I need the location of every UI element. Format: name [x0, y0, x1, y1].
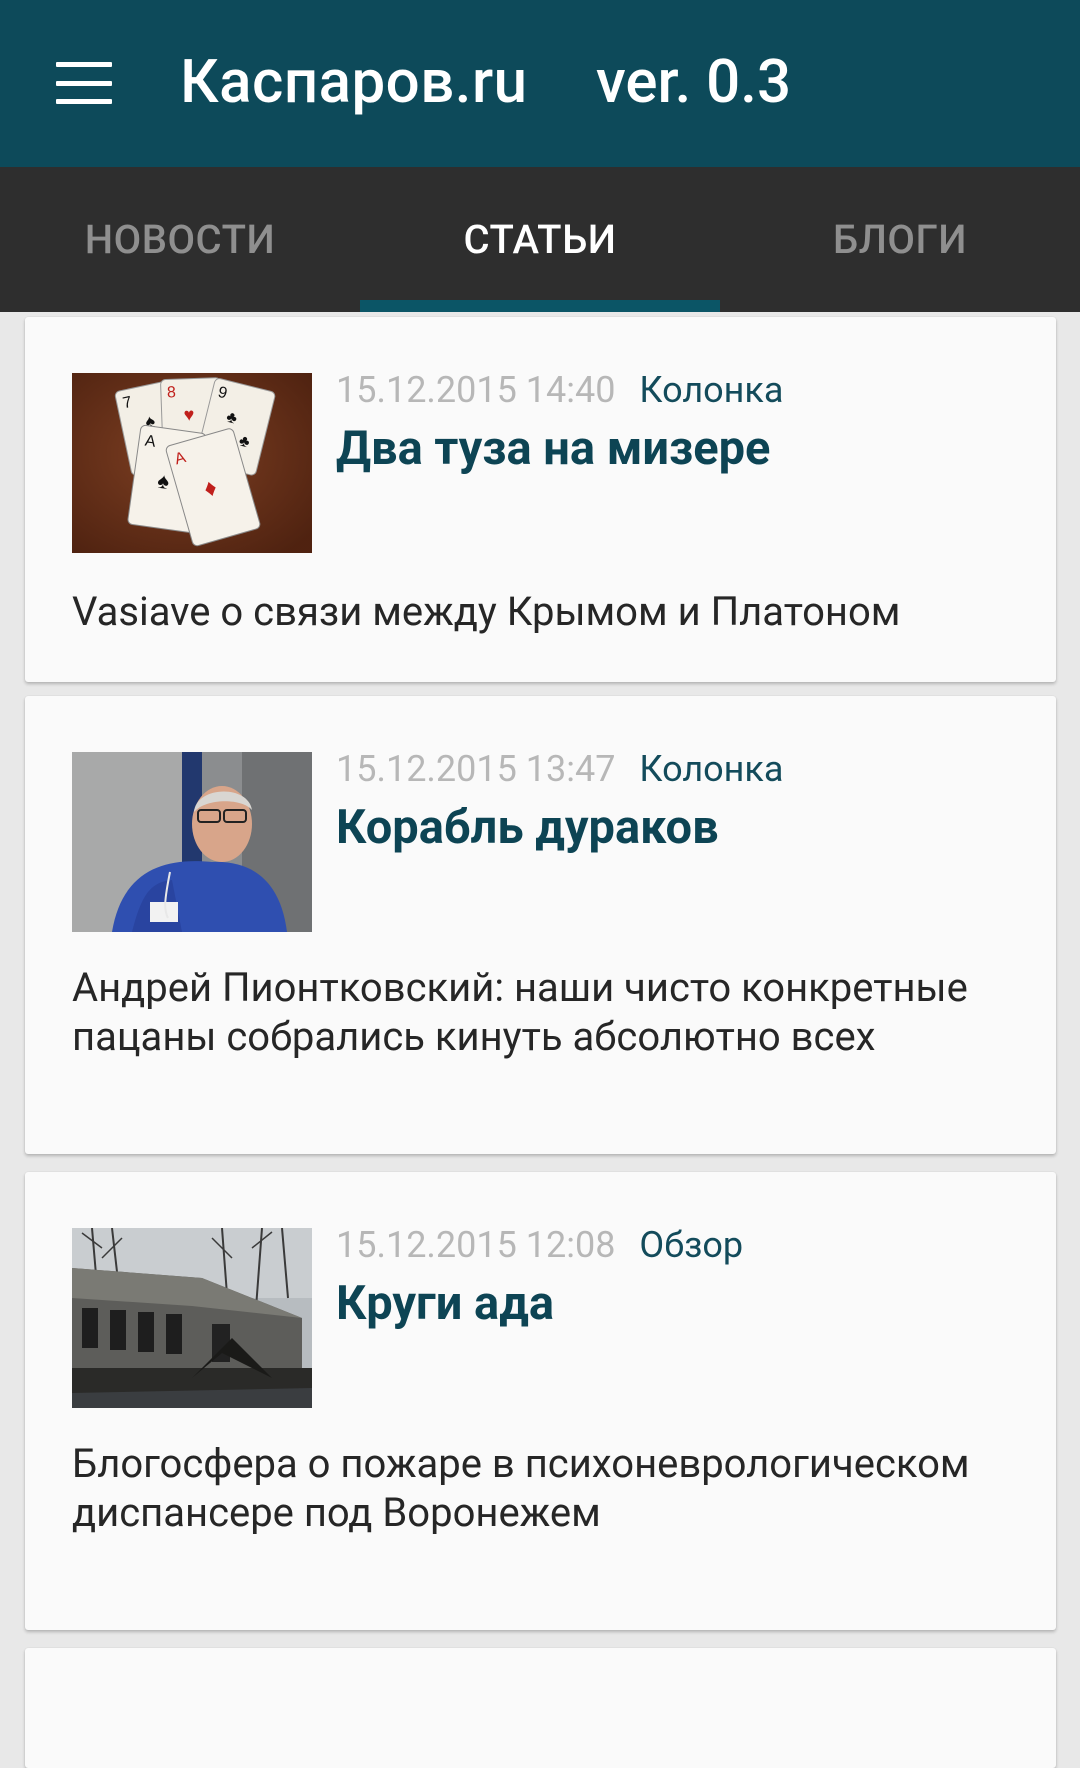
article-title[interactable]: Два туза на мизере — [336, 421, 770, 476]
article-title[interactable]: Корабль дураков — [336, 800, 719, 855]
article-meta: 15.12.2015 14:40 Колонка — [336, 369, 783, 411]
article-thumbnail-cards: 7 ♠ 8 ♥ 9 ♣ ♣ A ♠ A ♦ — [72, 373, 312, 553]
tab-articles-label: СТАТЬИ — [463, 216, 617, 263]
tab-blogs-label: БЛОГИ — [833, 216, 967, 263]
article-date: 15.12.2015 13:47 — [336, 748, 616, 790]
article-thumbnail-building — [72, 1228, 312, 1408]
svg-text:♥: ♥ — [183, 405, 194, 426]
article-card[interactable]: 15.12.2015 12:08 Обзор Круги ада Блогосфе… — [25, 1172, 1056, 1630]
tab-news-label: НОВОСТИ — [84, 216, 276, 263]
article-meta: 15.12.2015 13:47 Колонка — [336, 748, 783, 790]
article-category[interactable]: Обзор — [639, 1224, 743, 1266]
article-thumbnail-portrait — [72, 752, 312, 932]
active-tab-indicator — [360, 300, 720, 312]
svg-text:8: 8 — [167, 384, 177, 401]
article-card[interactable]: 15.12.2015 13:47 Колонка Корабль дураков … — [25, 696, 1056, 1154]
article-category[interactable]: Колонка — [639, 748, 783, 790]
article-meta: 15.12.2015 12:08 Обзор — [336, 1224, 743, 1266]
article-date: 15.12.2015 12:08 — [336, 1224, 616, 1266]
article-summary: Андрей Пионтковский: наши чисто конкретн… — [72, 964, 968, 1060]
tab-blogs[interactable]: БЛОГИ — [720, 167, 1080, 312]
article-summary: Vasiave о связи между Крымом и Платоном — [72, 588, 901, 635]
tab-bar: НОВОСТИ СТАТЬИ БЛОГИ — [0, 167, 1080, 312]
article-summary: Блогосфера о пожаре в психоневрологическ… — [72, 1440, 970, 1536]
burned-building-image — [72, 1228, 312, 1408]
article-title[interactable]: Круги ада — [336, 1276, 554, 1331]
app-bar: Каспаров.ru ver. 0.3 — [0, 0, 1080, 167]
tab-news[interactable]: НОВОСТИ — [0, 167, 360, 312]
tab-articles[interactable]: СТАТЬИ — [360, 167, 720, 312]
app-title: Каспаров.ru — [180, 46, 528, 117]
article-card-partial[interactable] — [25, 1648, 1056, 1768]
app-version: ver. 0.3 — [596, 46, 792, 117]
playing-cards-image: 7♠ 8♥ 9♣♣ A♠ A♦ — [72, 373, 312, 553]
article-date: 15.12.2015 14:40 — [336, 369, 616, 411]
man-portrait-image — [72, 752, 312, 932]
hamburger-menu-icon[interactable] — [56, 62, 112, 104]
article-card[interactable]: 7 ♠ 8 ♥ 9 ♣ ♣ A ♠ A ♦ 15.12.2015 14:40 Колонка … — [25, 317, 1056, 682]
article-category[interactable]: Колонка — [639, 369, 783, 411]
